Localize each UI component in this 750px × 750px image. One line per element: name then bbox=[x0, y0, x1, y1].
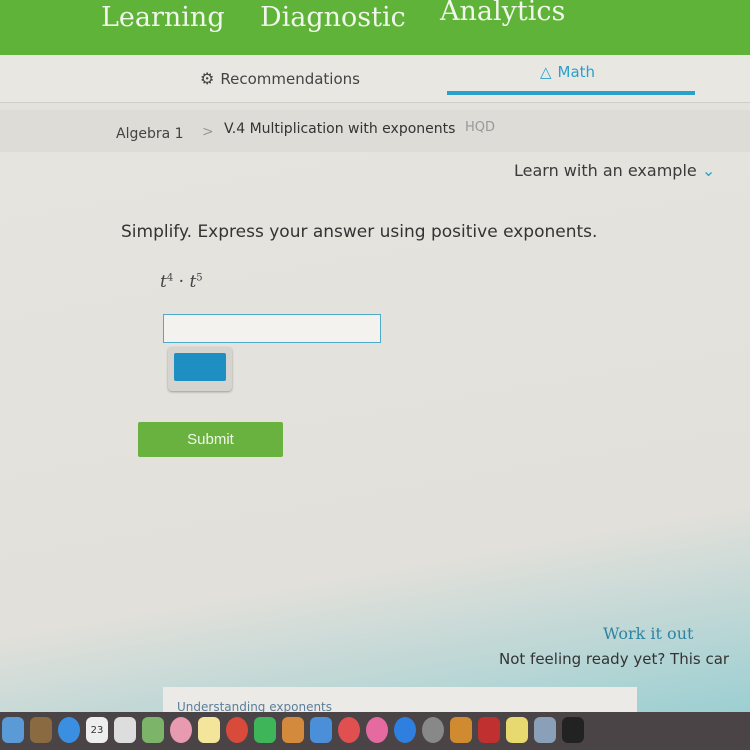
system-preferences-icon[interactable] bbox=[422, 717, 444, 743]
exponent: 5 bbox=[196, 272, 203, 284]
photo-booth-icon[interactable] bbox=[478, 717, 500, 743]
maps-icon[interactable] bbox=[142, 717, 164, 743]
top-nav: Learning Diagnostic Analytics bbox=[0, 0, 750, 55]
facetime-icon[interactable] bbox=[254, 717, 276, 743]
messages-icon[interactable] bbox=[58, 717, 80, 743]
news-icon[interactable] bbox=[338, 717, 360, 743]
ibooks-icon[interactable] bbox=[450, 717, 472, 743]
nav-learning[interactable]: Learning bbox=[101, 2, 225, 33]
nav-analytics[interactable]: Analytics bbox=[440, 0, 565, 27]
preview-icon[interactable] bbox=[534, 717, 556, 743]
music-icon[interactable] bbox=[366, 717, 388, 743]
photos-icon[interactable] bbox=[170, 717, 192, 743]
base: t bbox=[160, 272, 167, 292]
chrome-icon[interactable] bbox=[226, 717, 248, 743]
practice-area: Learn with an example ⌄ Simplify. Expres… bbox=[0, 152, 750, 717]
exponent-box-icon bbox=[174, 353, 226, 381]
math-expression: t4 · t5 bbox=[160, 272, 203, 292]
robot-icon: ⚙ bbox=[200, 69, 215, 88]
stickies-icon[interactable] bbox=[506, 717, 528, 743]
not-ready-text: Not feeling ready yet? This car bbox=[499, 650, 730, 668]
submit-button[interactable]: Submit bbox=[138, 422, 283, 457]
terminal-icon[interactable] bbox=[562, 717, 584, 743]
nav-diagnostic[interactable]: Diagnostic bbox=[260, 2, 406, 33]
learn-label: Learn with an example bbox=[514, 161, 697, 180]
exponent: 4 bbox=[166, 272, 174, 284]
breadcrumb-course[interactable]: Algebra 1 bbox=[116, 126, 184, 142]
breadcrumb: Algebra 1 > V.4 Multiplication with expo… bbox=[0, 110, 750, 152]
question-prompt: Simplify. Express your answer using posi… bbox=[121, 222, 598, 242]
active-tab-indicator bbox=[447, 91, 695, 95]
mac-dock: 23 bbox=[0, 712, 750, 750]
contacts-icon[interactable] bbox=[30, 717, 52, 743]
skill-code: HQD bbox=[465, 120, 496, 135]
learn-with-example-button[interactable]: Learn with an example ⌄ bbox=[514, 161, 715, 180]
tab-recommendations[interactable]: ⚙ Recommendations bbox=[200, 69, 360, 88]
app-store-icon[interactable] bbox=[394, 717, 416, 743]
chevron-down-icon: ⌄ bbox=[701, 161, 716, 180]
exponent-template-button[interactable] bbox=[168, 347, 232, 391]
calendar-icon[interactable]: 23 bbox=[86, 717, 108, 743]
answer-input[interactable] bbox=[163, 314, 381, 343]
notes-icon[interactable] bbox=[198, 717, 220, 743]
dot: · bbox=[178, 272, 185, 292]
subject-tabs: ⚙ Recommendations △ Math bbox=[0, 55, 750, 103]
tab-math[interactable]: △ Math bbox=[540, 63, 595, 81]
finder-icon[interactable] bbox=[2, 717, 24, 743]
keynote-icon[interactable] bbox=[310, 717, 332, 743]
tab-label: Recommendations bbox=[220, 69, 360, 88]
breadcrumb-separator: > bbox=[202, 124, 214, 140]
reminders-icon[interactable] bbox=[114, 717, 136, 743]
work-it-out-heading: Work it out bbox=[603, 624, 694, 643]
breadcrumb-skill: V.4 Multiplication with exponents bbox=[224, 121, 456, 137]
pages-icon[interactable] bbox=[282, 717, 304, 743]
pyramid-icon: △ bbox=[540, 63, 552, 81]
tab-label: Math bbox=[557, 63, 596, 81]
